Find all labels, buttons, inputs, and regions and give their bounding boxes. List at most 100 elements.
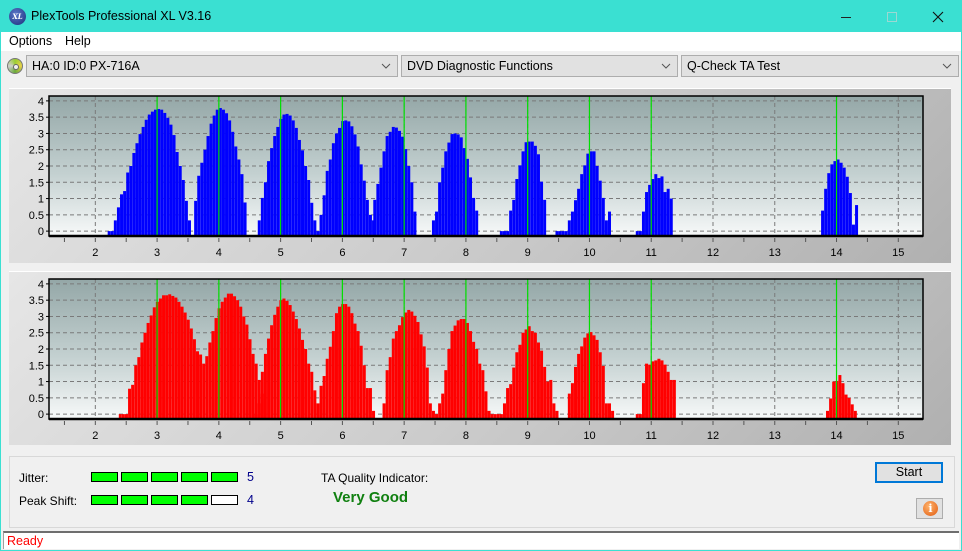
histogram-bar	[368, 214, 372, 236]
y-tick-label: 4	[38, 96, 44, 108]
test-select[interactable]: Q-Check TA Test	[681, 55, 959, 77]
histogram-bar	[206, 136, 210, 236]
histogram-bar	[512, 199, 516, 236]
histogram-bar	[441, 393, 445, 419]
histogram-bar	[842, 167, 846, 236]
chevron-down-icon	[661, 58, 673, 69]
histogram-bar	[385, 136, 389, 236]
peak-shift-segment	[91, 495, 118, 505]
histogram-bar	[143, 332, 147, 419]
x-tick-label: 14	[830, 430, 842, 442]
histogram-bar	[518, 344, 522, 419]
histogram-bar	[234, 146, 238, 236]
histogram-bar	[506, 388, 510, 419]
histogram-bar	[829, 398, 833, 419]
histogram-bar	[229, 293, 233, 419]
histogram-bar	[459, 319, 463, 419]
histogram-bar	[543, 366, 547, 419]
histogram-bar	[245, 324, 249, 419]
histogram-bar	[592, 335, 596, 419]
histogram-bar	[607, 403, 611, 419]
menu-options[interactable]: Options	[9, 34, 52, 48]
y-tick-label: 1	[38, 194, 44, 206]
histogram-bar	[319, 214, 323, 236]
info-button[interactable]: i	[916, 498, 943, 519]
y-tick-label: 0	[38, 226, 44, 238]
histogram-bar	[263, 353, 267, 419]
peak-shift-value: 4	[247, 493, 254, 507]
histogram-bar	[391, 338, 395, 419]
histogram-bar	[577, 188, 581, 236]
histogram-bar	[304, 166, 308, 236]
histogram-bar	[521, 332, 525, 419]
title-bar[interactable]: XL PlexTools Professional XL V3.16	[1, 1, 961, 32]
x-tick-label: 5	[278, 247, 284, 259]
top-chart-panel: 0 0.5 1 1.5 2 2.5 3 3.5 4 2 3 4 5 6 7 8 9 10 11 12 13 14 15	[9, 88, 951, 263]
histogram-bar	[536, 154, 540, 236]
histogram-bar	[186, 319, 190, 419]
histogram-bar	[821, 210, 825, 236]
info-icon: i	[923, 501, 938, 516]
x-tick-label: 8	[463, 247, 469, 259]
histogram-bar	[183, 312, 187, 419]
histogram-bar	[297, 328, 301, 419]
histogram-bar	[294, 319, 298, 419]
histogram-bar	[478, 363, 482, 419]
start-button[interactable]: Start	[875, 462, 943, 483]
histogram-bar	[450, 331, 454, 419]
minimize-button[interactable]	[823, 1, 869, 32]
function-select[interactable]: DVD Diagnostic Functions	[401, 55, 678, 77]
y-tick-label: 4	[38, 279, 44, 291]
maximize-icon	[887, 12, 897, 23]
menu-help[interactable]: Help	[65, 34, 91, 48]
peak-shift-segment	[211, 495, 238, 505]
histogram-bar	[435, 211, 439, 236]
histogram-bar	[607, 211, 611, 236]
histogram-bar	[601, 197, 605, 236]
histogram-bar	[192, 339, 196, 419]
histogram-bar	[347, 306, 351, 419]
histogram-bar	[475, 349, 479, 419]
histogram-bar	[180, 306, 184, 419]
histogram-bar	[845, 176, 849, 236]
histogram-bar	[580, 174, 584, 236]
histogram-bar	[397, 325, 401, 419]
histogram-bar	[322, 376, 326, 419]
ta-quality-label: TA Quality Indicator:	[321, 471, 429, 485]
histogram-bar	[459, 137, 463, 236]
xl-logo-icon: XL	[9, 8, 26, 25]
histogram-bar	[163, 112, 167, 236]
histogram-bar	[533, 145, 537, 236]
disc-drive-icon	[7, 58, 23, 74]
histogram-bar	[848, 193, 852, 236]
histogram-bar	[641, 383, 645, 419]
histogram-bar	[657, 358, 661, 419]
histogram-bar	[654, 360, 658, 419]
y-tick-label: 0.5	[29, 210, 44, 222]
histogram-bar	[669, 379, 673, 419]
histogram-bar	[855, 205, 859, 236]
maximize-button[interactable]	[869, 1, 915, 32]
close-button[interactable]	[915, 1, 961, 32]
histogram-bar	[388, 357, 392, 419]
histogram-bar	[838, 375, 842, 419]
peak-shift-meter	[91, 495, 241, 505]
histogram-bar	[113, 220, 117, 236]
histogram-bar	[574, 200, 578, 236]
histogram-bar	[128, 388, 132, 419]
histogram-bar	[382, 403, 386, 419]
histogram-bar	[254, 363, 258, 419]
jitter-segment	[121, 472, 148, 482]
jitter-meter	[91, 472, 241, 482]
peak-shift-label: Peak Shift:	[19, 494, 78, 508]
histogram-bar	[663, 192, 667, 236]
x-tick-label: 8	[463, 430, 469, 442]
histogram-bar	[150, 111, 154, 236]
histogram-bar	[672, 379, 676, 419]
drive-select[interactable]: HA:0 ID:0 PX-716A	[26, 55, 398, 77]
histogram-bar	[169, 124, 173, 236]
histogram-bar	[276, 126, 280, 236]
histogram-bar	[365, 199, 369, 236]
histogram-bar	[530, 141, 534, 236]
histogram-bar	[297, 139, 301, 236]
